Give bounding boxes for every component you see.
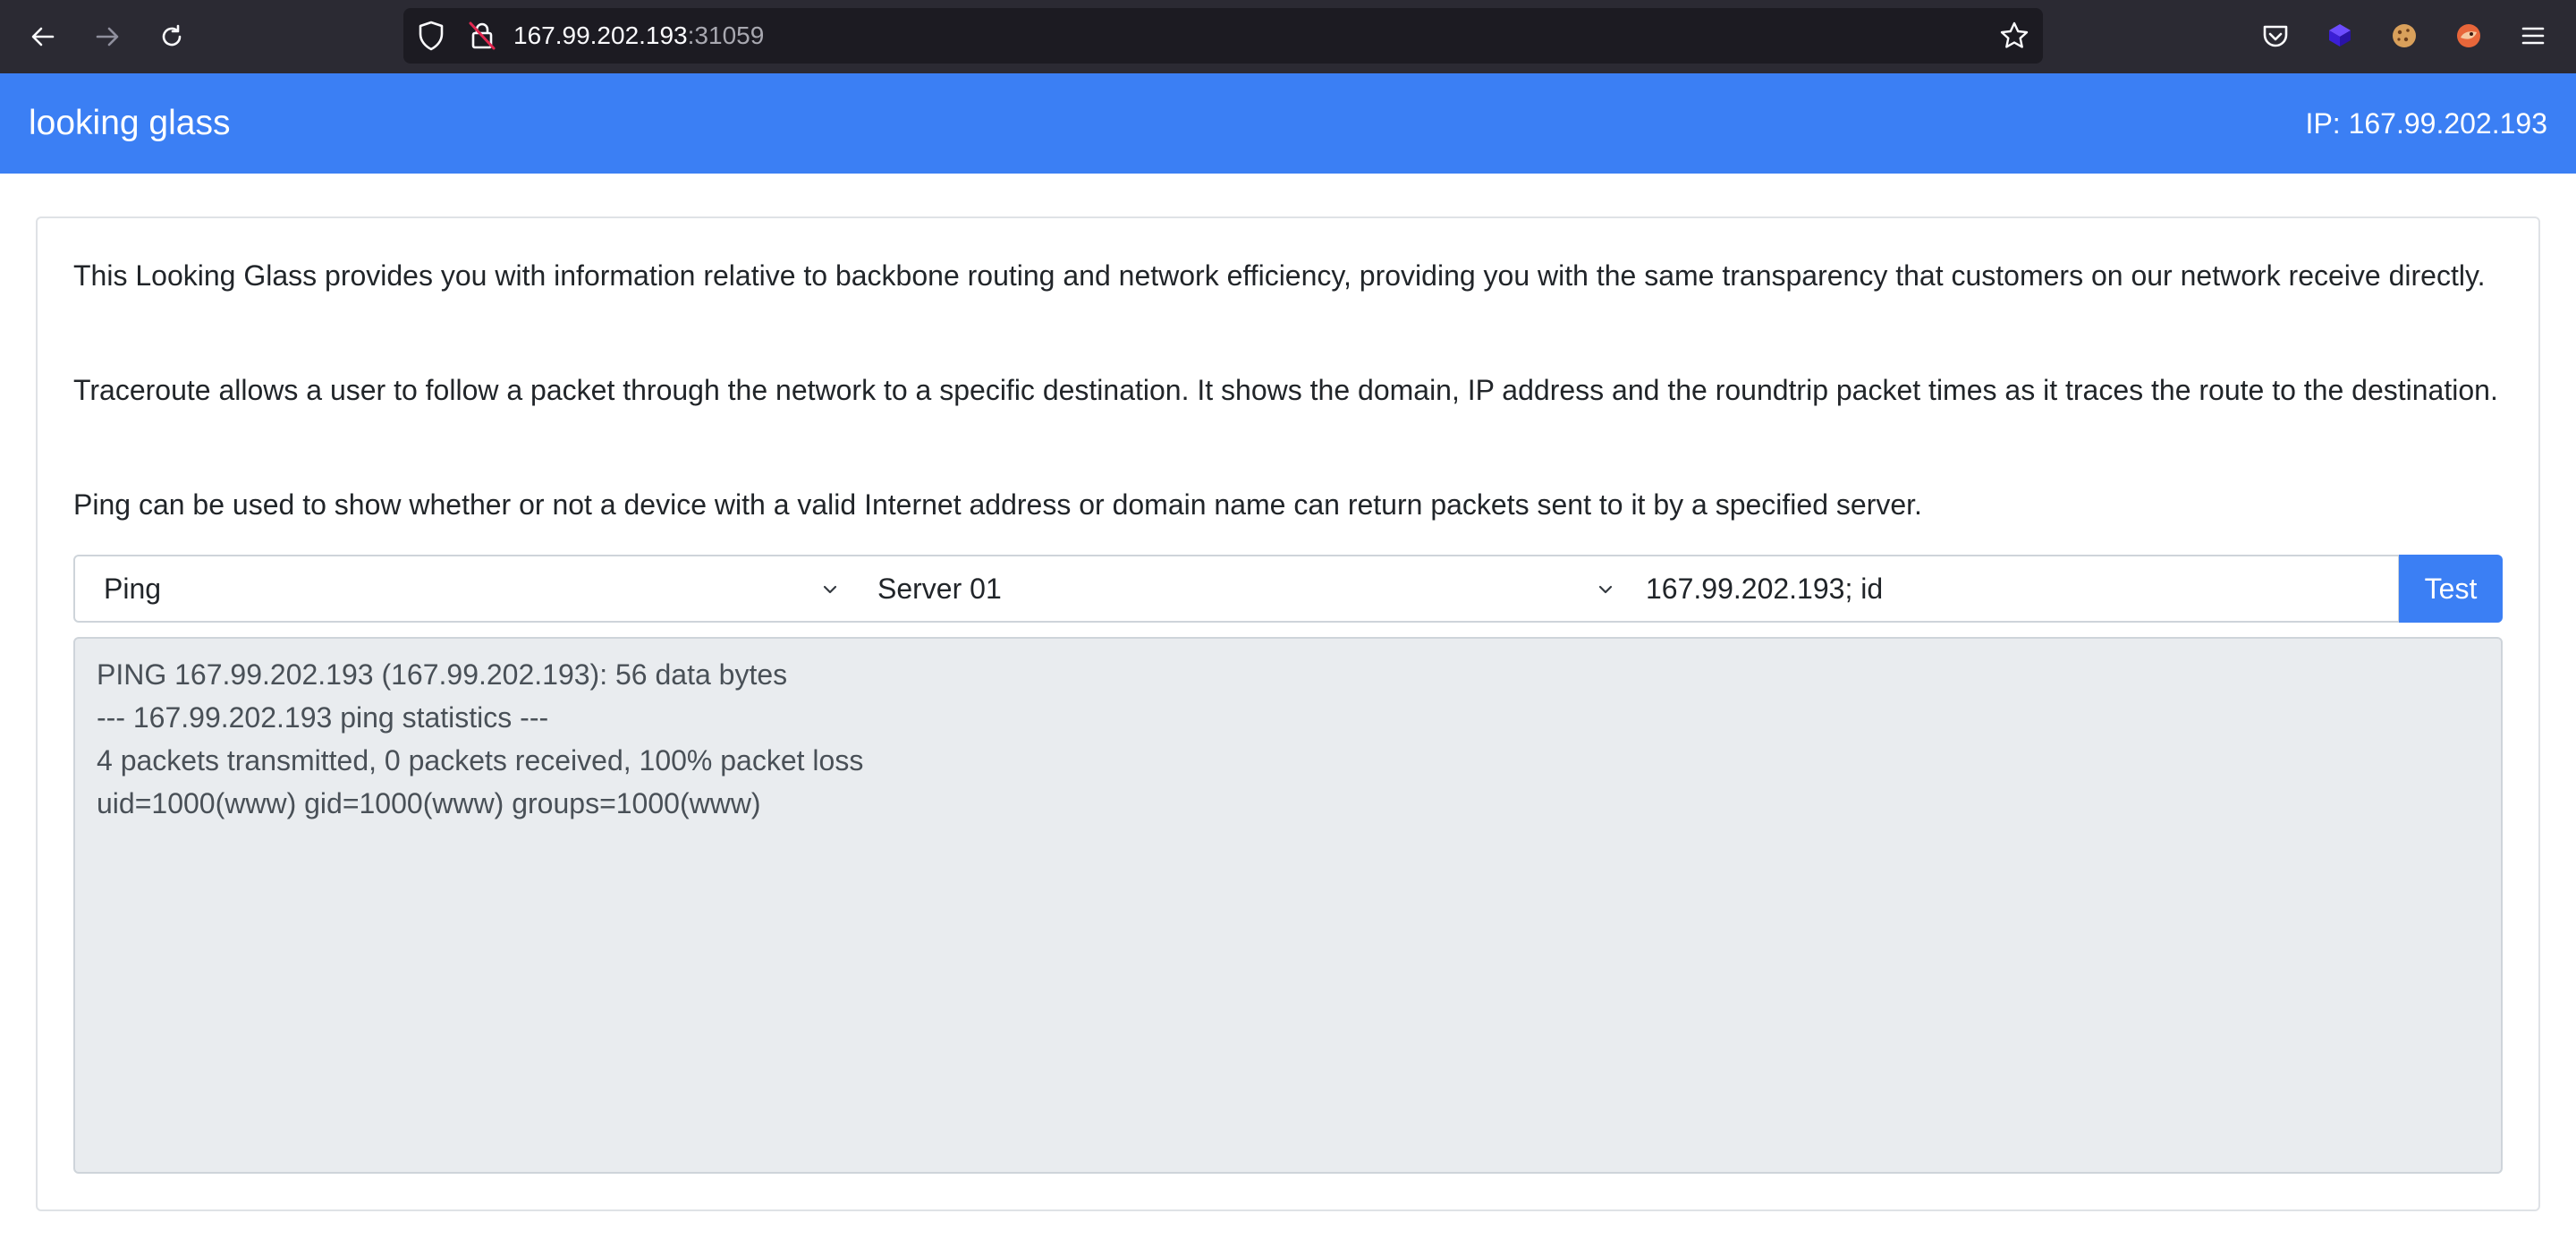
output-line: --- 167.99.202.193 ping statistics ---	[97, 701, 549, 734]
cookie-icon[interactable]	[2388, 20, 2420, 52]
brand-title[interactable]: looking glass	[29, 73, 230, 174]
intro-paragraph-ping: Ping can be used to show whether or not …	[73, 488, 1922, 521]
server-selected-value: Server 01	[877, 573, 1002, 605]
url-text[interactable]: 167.99.202.193:31059	[513, 20, 764, 52]
output-line: 4 packets transmitted, 0 packets receive…	[97, 744, 864, 777]
server-select[interactable]: Server 01	[849, 555, 1626, 623]
arrow-right-icon	[96, 27, 119, 47]
insecure-lock-icon[interactable]	[467, 20, 497, 52]
test-button[interactable]: Test	[2399, 555, 2503, 623]
chevron-down-icon	[1598, 585, 1613, 594]
star-icon[interactable]	[1998, 20, 2030, 52]
shield-icon[interactable]	[416, 20, 446, 52]
output-line: PING 167.99.202.193 (167.99.202.193): 56…	[97, 658, 788, 691]
reload-icon	[162, 24, 182, 47]
client-ip: IP: 167.99.202.193	[2305, 107, 2547, 140]
chevron-down-icon	[823, 585, 837, 594]
browser-toolbar: 167.99.202.193:31059	[0, 0, 2576, 73]
output-line: uid=1000(www) gid=1000(www) groups=1000(…	[97, 787, 761, 819]
reload-button[interactable]	[154, 19, 190, 55]
intro-paragraph-looking-glass: This Looking Glass provides you with inf…	[73, 259, 2486, 292]
forward-button[interactable]	[89, 19, 125, 55]
back-button[interactable]	[25, 19, 61, 55]
command-output[interactable]: PING 167.99.202.193 (167.99.202.193): 56…	[73, 637, 2503, 1174]
url-port: :31059	[687, 21, 765, 49]
target-host-input[interactable]	[1624, 555, 2400, 623]
method-selected-value: Ping	[104, 573, 162, 605]
hamburger-menu-icon[interactable]	[2517, 20, 2549, 52]
arrow-left-icon	[31, 27, 55, 47]
intro-paragraph-traceroute: Traceroute allows a user to follow a pac…	[73, 374, 2498, 406]
app-header: looking glass IP: 167.99.202.193	[0, 73, 2576, 174]
fox-extension-icon[interactable]	[2453, 20, 2485, 52]
method-select[interactable]: Ping	[73, 555, 851, 623]
url-host: 167.99.202.193	[513, 21, 688, 49]
pocket-icon[interactable]	[2259, 20, 2292, 52]
extension-cube-icon[interactable]	[2324, 20, 2356, 52]
